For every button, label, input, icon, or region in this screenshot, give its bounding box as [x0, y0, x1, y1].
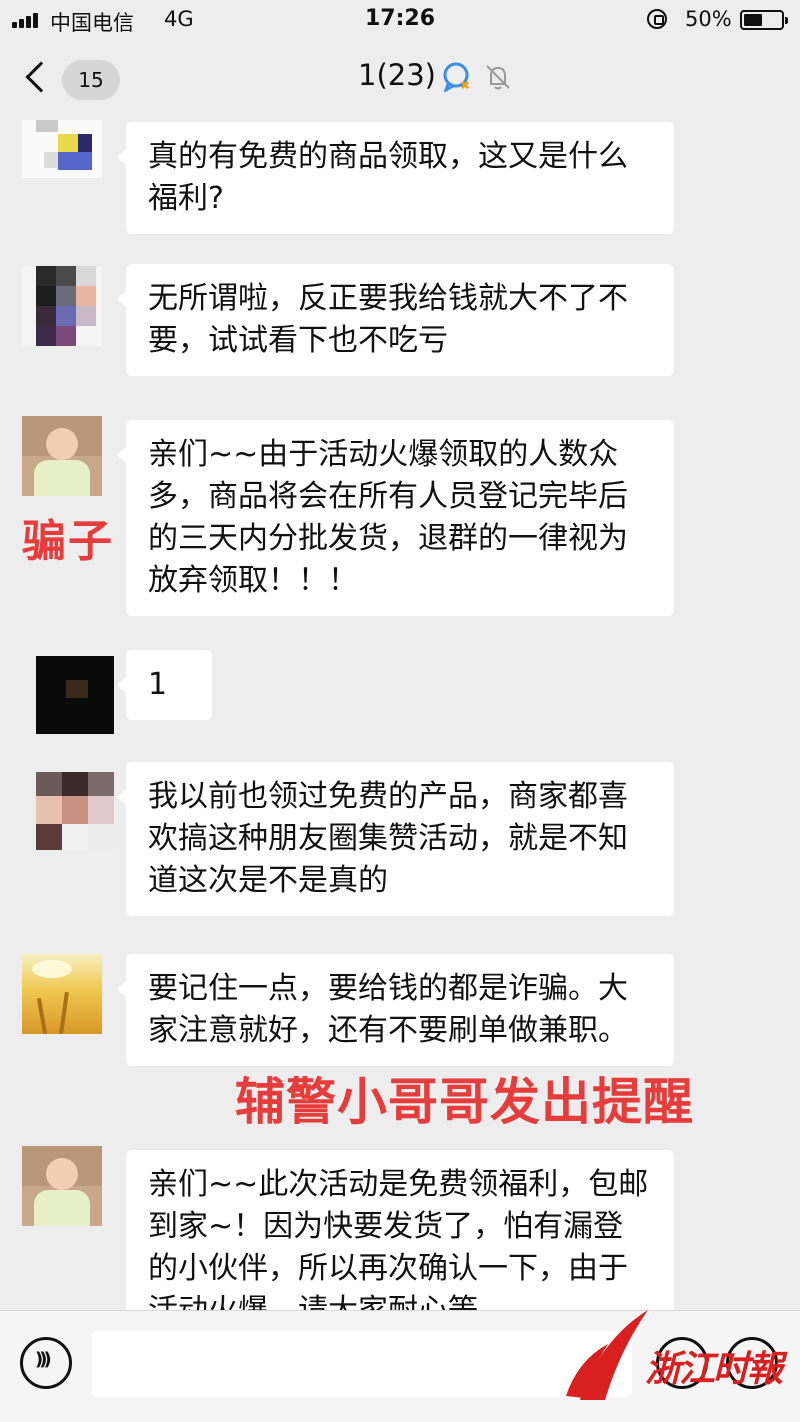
battery-icon [740, 10, 788, 30]
avatar[interactable] [22, 1146, 102, 1226]
message-text: 亲们~~由于活动火爆领取的人数众多，商品将会在所有人员登记完毕后的三天内分批发货… [148, 437, 628, 598]
battery-percentage: 50% [685, 7, 732, 31]
police-reminder-annotation: 辅警小哥哥发出提醒 [235, 1073, 694, 1131]
message-bubble[interactable]: 无所谓啦，反正要我给钱就大不了不要，试试看下也不吃亏 [117, 264, 674, 376]
back-icon[interactable] [25, 61, 57, 93]
message-text: 1 [148, 667, 168, 702]
mute-bell-icon [486, 65, 510, 90]
message-text: 亲们~~此次活动是免费领福利，包邮到家~！因为快要发货了，怕有漏登的小伙伴，所以… [148, 1167, 649, 1310]
avatar[interactable] [22, 266, 102, 346]
status-time: 17:26 [364, 6, 436, 31]
avatar[interactable] [22, 120, 102, 178]
status-bar: 中国电信 4G 17:26 50% [0, 0, 800, 40]
message-bubble[interactable]: 要记住一点，要给钱的都是诈骗。大家注意就好，还有不要刷单做兼职。 [117, 954, 674, 1066]
unread-count-badge[interactable]: 15 [62, 60, 120, 100]
avatar[interactable] [36, 656, 114, 734]
scammer-annotation: 骗子 [22, 516, 114, 567]
message-text: 无所谓啦，反正要我给钱就大不了不要，试试看下也不吃亏 [148, 281, 628, 358]
message-bubble[interactable]: 真的有免费的商品领取，这又是什么福利? [117, 122, 674, 234]
rotation-lock-icon [647, 9, 667, 29]
message-text: 要记住一点，要给钱的都是诈骗。大家注意就好，还有不要刷单做兼职。 [148, 971, 628, 1048]
avatar[interactable] [36, 772, 114, 850]
message-input[interactable] [92, 1331, 632, 1397]
message-bubble[interactable]: 我以前也领过免费的产品，商家都喜欢搞这种朋友圈集赞活动，就是不知道这次是不是真的 [117, 762, 674, 916]
voice-input-button[interactable] [20, 1337, 72, 1389]
message-bubble[interactable]: 亲们~~由于活动火爆领取的人数众多，商品将会在所有人员登记完毕后的三天内分批发货… [117, 420, 674, 616]
message-text: 真的有免费的商品领取，这又是什么福利? [148, 139, 628, 216]
chat-nav-bar: 15 1(23) [0, 40, 800, 120]
watermark-text: 浙江时報 [645, 1349, 783, 1390]
avatar[interactable] [22, 954, 102, 1034]
chat-title: 1(23) [358, 58, 436, 92]
message-bubble[interactable]: 1 [117, 650, 212, 720]
newspaper-logo-icon [566, 1310, 648, 1400]
group-chat-icon [443, 62, 470, 92]
avatar[interactable] [22, 416, 102, 496]
message-text: 我以前也领过免费的产品，商家都喜欢搞这种朋友圈集赞活动，就是不知道这次是不是真的 [148, 779, 628, 898]
message-bubble[interactable]: 亲们~~此次活动是免费领福利，包邮到家~！因为快要发货了，怕有漏登的小伙伴，所以… [126, 1150, 674, 1310]
